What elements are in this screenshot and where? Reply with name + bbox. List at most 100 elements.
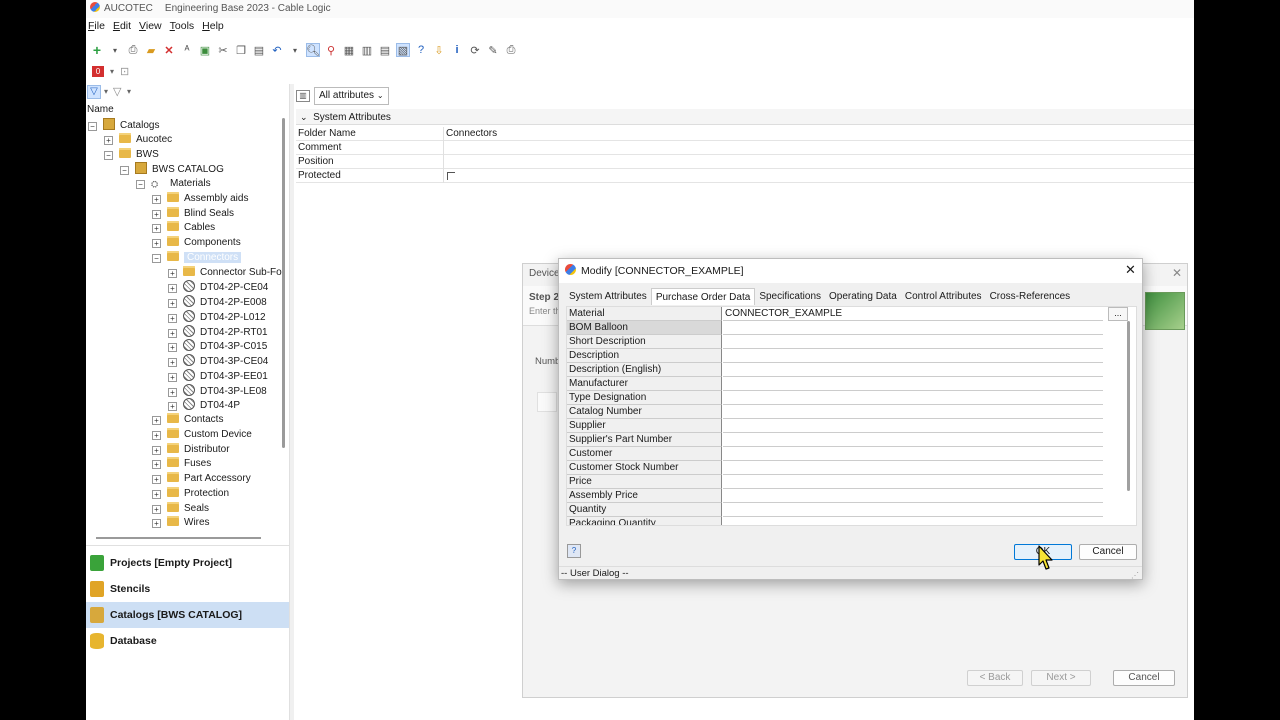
tree-node[interactable]: + Custom Device bbox=[152, 427, 252, 442]
cut-icon[interactable]: ✂ bbox=[216, 43, 230, 57]
menu-item-1[interactable]: Edit bbox=[113, 20, 131, 32]
tree-node[interactable]: + DT04-2P-L012 bbox=[168, 309, 266, 324]
attribute-filter-select[interactable]: All attributes ⌄ bbox=[314, 87, 389, 105]
open-folder-icon[interactable]: ▰ bbox=[144, 43, 158, 57]
collapse-icon[interactable]: − bbox=[152, 253, 161, 263]
expand-icon[interactable]: + bbox=[152, 430, 161, 440]
wizard-cancel-button[interactable]: Cancel bbox=[1113, 670, 1175, 686]
row-value-field[interactable] bbox=[723, 517, 1103, 525]
tree-node[interactable]: + DT04-3P-LE08 bbox=[168, 383, 267, 398]
info-icon[interactable]: i bbox=[450, 43, 464, 57]
find-replace-icon[interactable]: ⚲ bbox=[324, 43, 338, 57]
delete-icon[interactable]: ✕ bbox=[162, 43, 176, 57]
rename-icon[interactable]: ᴬ bbox=[180, 43, 194, 57]
tree-node[interactable]: + Blind Seals bbox=[152, 206, 234, 221]
properties-icon[interactable]: ▣ bbox=[198, 43, 212, 57]
expand-icon[interactable]: + bbox=[152, 475, 161, 484]
tree-node[interactable]: + Components bbox=[152, 236, 241, 250]
expand-icon[interactable]: + bbox=[152, 194, 161, 204]
expand-icon[interactable]: + bbox=[152, 489, 161, 499]
row-value-field[interactable]: CONNECTOR_EXAMPLE bbox=[723, 307, 1103, 321]
expand-icon[interactable]: + bbox=[168, 387, 177, 397]
row-value-field[interactable] bbox=[723, 335, 1103, 349]
menu-item-0[interactable]: File bbox=[88, 20, 105, 32]
ellipsis-button[interactable]: ... bbox=[1108, 307, 1128, 321]
tree-node[interactable]: + DT04-3P-CE04 bbox=[168, 354, 268, 368]
expand-icon[interactable]: + bbox=[152, 519, 161, 529]
table-view-icon[interactable]: ▥ bbox=[360, 43, 374, 57]
expand-icon[interactable]: + bbox=[152, 224, 161, 234]
print-icon[interactable]: ⎙ bbox=[504, 43, 518, 57]
expand-icon[interactable]: + bbox=[152, 209, 161, 219]
menu-item-4[interactable]: Help bbox=[202, 20, 224, 32]
close-icon[interactable]: ✕ bbox=[1125, 262, 1136, 278]
filter-clear-icon[interactable]: ▽ bbox=[113, 85, 121, 98]
undo-icon[interactable]: ↶ bbox=[270, 43, 284, 57]
tree-node[interactable]: − Connectors bbox=[152, 250, 242, 265]
tree-node[interactable]: + DT04-4P bbox=[168, 398, 240, 412]
pin-icon[interactable]: ⊡ bbox=[120, 65, 129, 78]
tree-node[interactable]: + DT04-2P-E008 bbox=[168, 295, 267, 309]
expand-icon[interactable]: + bbox=[168, 358, 177, 367]
expand-icon[interactable]: + bbox=[152, 416, 161, 425]
tree-node[interactable]: + DT04-2P-RT01 bbox=[168, 324, 268, 339]
paste-icon[interactable]: ▤ bbox=[252, 43, 266, 57]
protected-checkbox[interactable] bbox=[447, 172, 455, 180]
tree-node[interactable]: + Assembly aids bbox=[152, 191, 248, 206]
row-value-field[interactable] bbox=[723, 475, 1103, 489]
tree-node[interactable]: + Seals bbox=[152, 501, 209, 516]
row-value-field[interactable] bbox=[723, 461, 1103, 475]
export-icon[interactable]: ⇩ bbox=[432, 43, 446, 57]
grid-view-icon[interactable]: ▦ bbox=[342, 43, 356, 57]
tree-node[interactable]: − BWS CATALOG bbox=[120, 162, 224, 176]
collapse-icon[interactable]: − bbox=[136, 180, 145, 189]
table-vertical-scrollbar[interactable] bbox=[1127, 321, 1130, 491]
row-value-field[interactable] bbox=[723, 405, 1103, 419]
nav-database[interactable]: Database bbox=[86, 628, 289, 654]
tree-node[interactable]: − BWS bbox=[104, 147, 159, 162]
row-value-field[interactable] bbox=[723, 489, 1103, 503]
help-icon[interactable]: ? bbox=[414, 43, 428, 57]
tree-node[interactable]: + Connector Sub-Fo bbox=[168, 265, 282, 280]
row-value-field[interactable] bbox=[723, 321, 1103, 335]
wizard-close-icon[interactable]: ✕ bbox=[1172, 266, 1182, 280]
collapse-icon[interactable]: − bbox=[88, 122, 97, 131]
row-value-field[interactable] bbox=[723, 391, 1103, 405]
edit-icon[interactable]: ✎ bbox=[486, 43, 500, 57]
property-value[interactable]: Connectors bbox=[446, 127, 497, 141]
tab-purchase-order-data[interactable]: Purchase Order Data bbox=[650, 288, 756, 305]
filter-dropdown-icon[interactable]: ▾ bbox=[104, 87, 108, 96]
wizard-next-button[interactable]: Next > bbox=[1031, 670, 1091, 686]
filter-icon[interactable]: ▽ bbox=[87, 85, 101, 99]
tree-node[interactable]: + DT04-2P-CE04 bbox=[168, 280, 268, 294]
nav-projects[interactable]: Projects [Empty Project] bbox=[86, 550, 289, 576]
badge-dropdown-icon[interactable]: ▾ bbox=[110, 67, 114, 76]
splitter[interactable] bbox=[289, 84, 294, 720]
row-value-field[interactable] bbox=[723, 377, 1103, 391]
tab-specifications[interactable]: Specifications bbox=[755, 288, 825, 305]
expand-icon[interactable]: + bbox=[152, 460, 161, 470]
undo-dropdown-icon[interactable]: ▾ bbox=[288, 43, 302, 57]
counter-badge[interactable]: 0 bbox=[92, 65, 104, 77]
nav-stencils[interactable]: Stencils bbox=[86, 576, 289, 602]
tree-node[interactable]: + DT04-3P-EE01 bbox=[168, 368, 268, 383]
collapse-icon[interactable]: − bbox=[104, 150, 113, 160]
tree-node[interactable]: + Part Accessory bbox=[152, 472, 251, 486]
tab-control-attributes[interactable]: Control Attributes bbox=[901, 288, 986, 305]
tree-node[interactable]: + Fuses bbox=[152, 457, 211, 471]
expand-icon[interactable]: + bbox=[168, 299, 177, 308]
expand-icon[interactable]: + bbox=[168, 284, 177, 294]
tree-node[interactable]: + Distributor bbox=[152, 442, 230, 457]
expand-icon[interactable]: + bbox=[168, 402, 177, 412]
wizard-back-button[interactable]: < Back bbox=[967, 670, 1023, 686]
expand-icon[interactable]: + bbox=[168, 343, 177, 353]
expand-icon[interactable]: + bbox=[168, 372, 177, 382]
row-value-field[interactable] bbox=[723, 349, 1103, 363]
tree-node[interactable]: + Contacts bbox=[152, 413, 223, 427]
collapse-icon[interactable]: − bbox=[120, 166, 129, 176]
copy-icon[interactable]: ❐ bbox=[234, 43, 248, 57]
list-view-icon[interactable]: ▤ bbox=[378, 43, 392, 57]
expand-icon[interactable]: + bbox=[168, 268, 177, 278]
menu-item-3[interactable]: Tools bbox=[170, 20, 195, 32]
tree-node[interactable]: + DT04-3P-C015 bbox=[168, 339, 267, 353]
